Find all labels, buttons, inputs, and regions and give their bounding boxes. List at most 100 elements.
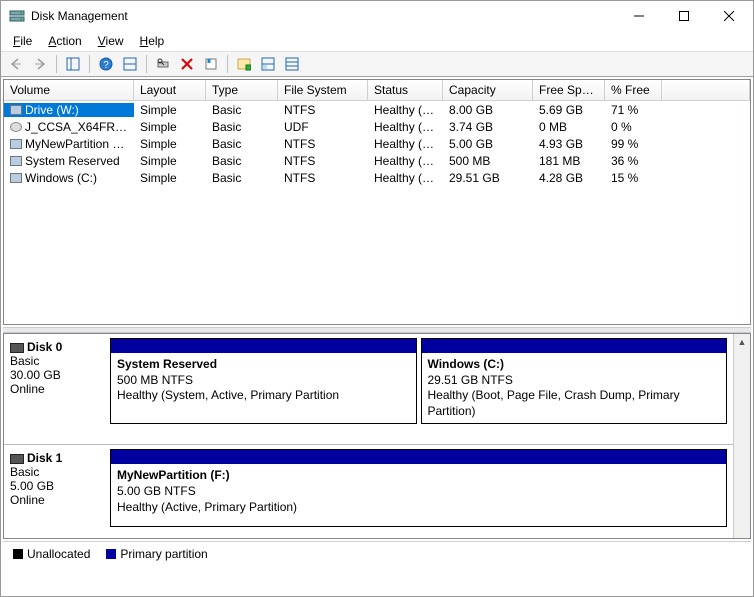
- drive-icon: [10, 156, 22, 166]
- partition-title: MyNewPartition (F:): [117, 468, 230, 482]
- delete-button[interactable]: [176, 53, 198, 75]
- volume-fs: NTFS: [278, 103, 368, 117]
- back-button[interactable]: [5, 53, 27, 75]
- disk-type: Basic: [10, 465, 102, 479]
- volume-row[interactable]: System ReservedSimpleBasicNTFSHealthy (S…: [4, 152, 750, 169]
- title-bar: Disk Management: [1, 1, 753, 31]
- volume-pct: 15 %: [605, 171, 662, 185]
- settings-bottom-button[interactable]: [257, 53, 279, 75]
- refresh-button[interactable]: [119, 53, 141, 75]
- volume-row[interactable]: Windows (C:)SimpleBasicNTFSHealthy (B...…: [4, 169, 750, 186]
- volume-free: 181 MB: [533, 154, 605, 168]
- vertical-scrollbar[interactable]: ▲: [733, 334, 750, 538]
- partition-box[interactable]: MyNewPartition (F:)5.00 GB NTFSHealthy (…: [110, 449, 727, 527]
- drive-icon: [10, 139, 22, 149]
- disk-row: Disk 1Basic5.00 GBOnlineMyNewPartition (…: [4, 445, 733, 538]
- menu-action[interactable]: Action: [40, 32, 89, 50]
- col-blank[interactable]: [662, 80, 750, 100]
- disk-graphical-view: Disk 0Basic30.00 GBOnlineSystem Reserved…: [3, 333, 751, 539]
- volume-free: 5.69 GB: [533, 103, 605, 117]
- col-capacity[interactable]: Capacity: [443, 80, 533, 100]
- volume-name: Windows (C:): [25, 171, 97, 185]
- rescan-disks-button[interactable]: [152, 53, 174, 75]
- menu-view[interactable]: View: [90, 32, 132, 50]
- show-hide-console-tree-button[interactable]: [62, 53, 84, 75]
- disk-state: Online: [10, 493, 102, 507]
- drive-icon: [10, 122, 22, 132]
- partition-status: Healthy (System, Active, Primary Partiti…: [117, 388, 339, 402]
- menu-file[interactable]: File: [5, 32, 40, 50]
- col-layout[interactable]: Layout: [134, 80, 206, 100]
- maximize-button[interactable]: [661, 2, 706, 31]
- toolbar-separator: [56, 55, 57, 73]
- partition-status: Healthy (Active, Primary Partition): [117, 500, 297, 514]
- disk-header[interactable]: Disk 0Basic30.00 GBOnline: [10, 338, 102, 424]
- volume-free: 4.93 GB: [533, 137, 605, 151]
- settings-top-button[interactable]: [233, 53, 255, 75]
- volume-list[interactable]: Volume Layout Type File System Status Ca…: [3, 79, 751, 325]
- partition-title: Windows (C:): [428, 357, 505, 371]
- volume-layout: Simple: [134, 137, 206, 151]
- menu-help[interactable]: Help: [132, 32, 173, 50]
- volume-status: Healthy (B...: [368, 171, 443, 185]
- volume-status: Healthy (A...: [368, 103, 443, 117]
- col-volume[interactable]: Volume: [4, 80, 134, 100]
- volume-type: Basic: [206, 137, 278, 151]
- volume-row[interactable]: Drive (W:) SimpleBasicNTFSHealthy (A...8.…: [4, 101, 750, 118]
- legend: Unallocated Primary partition: [3, 541, 751, 565]
- volume-row[interactable]: J_CCSA_X64FRE_E...SimpleBasicUDFHealthy …: [4, 118, 750, 135]
- minimize-button[interactable]: [616, 2, 661, 31]
- toolbar: ?: [1, 51, 753, 77]
- partition-box[interactable]: Windows (C:)29.51 GB NTFSHealthy (Boot, …: [421, 338, 728, 424]
- toolbar-separator: [227, 55, 228, 73]
- col-type[interactable]: Type: [206, 80, 278, 100]
- drive-icon: [10, 105, 22, 115]
- volume-name: MyNewPartition (F:): [25, 137, 131, 151]
- volume-capacity: 3.74 GB: [443, 120, 533, 134]
- toolbar-separator: [146, 55, 147, 73]
- drive-icon: [10, 173, 22, 183]
- volume-type: Basic: [206, 103, 278, 117]
- volume-pct: 71 %: [605, 103, 662, 117]
- volume-capacity: 29.51 GB: [443, 171, 533, 185]
- col-filesystem[interactable]: File System: [278, 80, 368, 100]
- forward-button[interactable]: [29, 53, 51, 75]
- volume-fs: UDF: [278, 120, 368, 134]
- window-title: Disk Management: [31, 9, 616, 23]
- volume-free: 4.28 GB: [533, 171, 605, 185]
- col-freespace[interactable]: Free Spa...: [533, 80, 605, 100]
- settings-list-button[interactable]: [281, 53, 303, 75]
- disk-icon: [10, 343, 24, 353]
- partition-stripe: [111, 339, 416, 353]
- menu-bar: File Action View Help: [1, 31, 753, 51]
- volume-pct: 36 %: [605, 154, 662, 168]
- volume-capacity: 8.00 GB: [443, 103, 533, 117]
- volume-layout: Simple: [134, 171, 206, 185]
- volume-name: Drive (W:): [25, 103, 79, 117]
- disk-label: Disk 0: [27, 340, 62, 354]
- scroll-up-icon[interactable]: ▲: [734, 334, 750, 350]
- svg-text:?: ?: [103, 60, 109, 71]
- partition-box[interactable]: System Reserved500 MB NTFSHealthy (Syste…: [110, 338, 417, 424]
- volume-type: Basic: [206, 120, 278, 134]
- volume-type: Basic: [206, 171, 278, 185]
- disk-icon: [10, 454, 24, 464]
- legend-unallocated: Unallocated: [13, 547, 90, 561]
- volume-pct: 0 %: [605, 120, 662, 134]
- disk-label: Disk 1: [27, 451, 62, 465]
- primary-swatch-icon: [106, 549, 116, 559]
- app-icon: [9, 8, 25, 24]
- properties-button[interactable]: [200, 53, 222, 75]
- volume-capacity: 5.00 GB: [443, 137, 533, 151]
- toolbar-separator: [89, 55, 90, 73]
- volume-layout: Simple: [134, 120, 206, 134]
- close-button[interactable]: [706, 2, 751, 31]
- disk-size: 5.00 GB: [10, 479, 102, 493]
- disk-type: Basic: [10, 354, 102, 368]
- disk-header[interactable]: Disk 1Basic5.00 GBOnline: [10, 449, 102, 527]
- col-pctfree[interactable]: % Free: [605, 80, 662, 100]
- col-status[interactable]: Status: [368, 80, 443, 100]
- volume-row[interactable]: MyNewPartition (F:)SimpleBasicNTFSHealth…: [4, 135, 750, 152]
- help-button[interactable]: ?: [95, 53, 117, 75]
- volume-layout: Simple: [134, 103, 206, 117]
